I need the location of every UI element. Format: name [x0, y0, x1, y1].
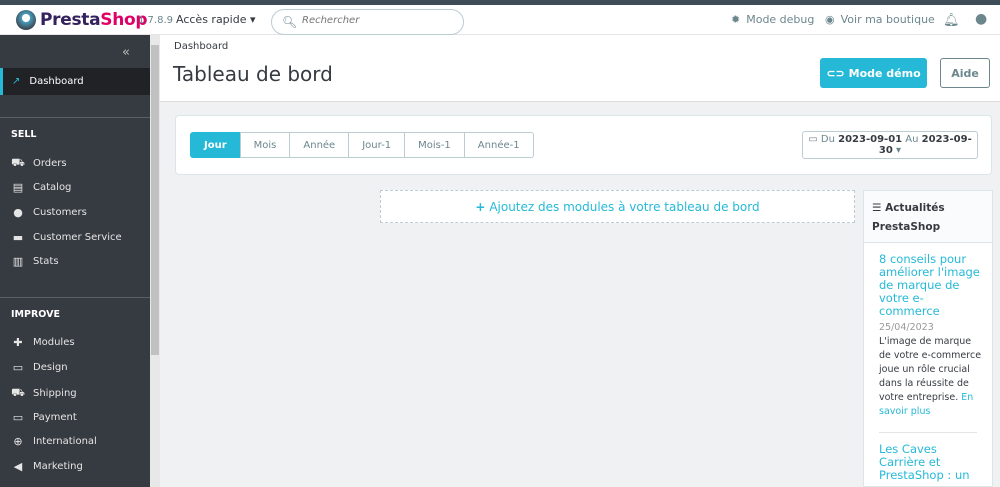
- sidebar-item-orders[interactable]: ⛟ Orders: [11, 156, 67, 171]
- sidebar-item-customer-service[interactable]: ▬ Customer Service: [11, 231, 122, 244]
- article-date: 25/04/2023: [879, 322, 934, 333]
- from-label: Du: [820, 134, 835, 145]
- quick-access-label: Accès rapide: [176, 13, 247, 26]
- credit-card-icon: ▭: [12, 411, 24, 424]
- sidebar-item-marketing[interactable]: ◀ Marketing: [11, 460, 83, 473]
- to-label: Au: [905, 134, 919, 145]
- user-account-icon[interactable]: ●: [975, 11, 987, 27]
- period-prev-day[interactable]: Jour-1: [348, 132, 406, 158]
- page-toolbar: Dashboard Tableau de bord ⊂⊃ Mode démo A…: [160, 35, 1000, 102]
- toggle-icon: ⊂⊃: [826, 66, 845, 80]
- plus-icon: +: [475, 199, 486, 214]
- view-shop-link[interactable]: ◉ Voir ma boutique: [825, 13, 935, 26]
- collapse-sidebar-icon[interactable]: «: [122, 45, 130, 60]
- version: 1.7.8.9: [138, 15, 173, 26]
- breadcrumb[interactable]: Dashboard: [174, 41, 228, 52]
- add-modules-label: Ajoutez des modules à votre tableau de b…: [489, 199, 760, 214]
- bug-icon: ✹: [731, 13, 741, 26]
- period-prev-year[interactable]: Année-1: [463, 132, 534, 158]
- demo-mode-button[interactable]: ⊂⊃ Mode démo: [820, 58, 927, 88]
- article-title-link[interactable]: Les Caves Carrière et PrestaShop : un: [879, 443, 984, 482]
- quick-access-dropdown[interactable]: Accès rapide ▾: [176, 13, 256, 26]
- header: PrestaShop 1.7.8.9 Accès rapide ▾ 🔍︎ ✹ Mo…: [0, 5, 1000, 35]
- globe-icon: ⊕: [13, 435, 23, 448]
- caret-down-icon: ▾: [249, 13, 256, 26]
- sidebar-item-label: Payment: [33, 412, 77, 423]
- date-range-picker[interactable]: ▭ Du 2023-09-01 Au 2023-09-30 ▾: [802, 131, 978, 159]
- sidebar-item-design[interactable]: ▭ Design: [11, 361, 68, 374]
- help-button[interactable]: Aide: [940, 58, 990, 88]
- news-article: Les Caves Carrière et PrestaShop : un: [864, 433, 992, 482]
- period-card: Jour Mois Année Jour-1 Mois-1 Année-1 ▭ …: [175, 115, 992, 175]
- period-year[interactable]: Année: [289, 132, 350, 158]
- truck-icon: ⛟: [11, 386, 25, 399]
- rss-icon: ☰: [872, 202, 882, 214]
- period-day[interactable]: Jour: [190, 132, 241, 158]
- search-icon: 🔍︎: [282, 15, 298, 29]
- sidebar-item-label: Stats: [33, 256, 59, 267]
- caret-down-icon: ▾: [896, 145, 902, 156]
- add-modules-button[interactable]: + Ajoutez des modules à votre tableau de…: [380, 190, 855, 223]
- page-title: Tableau de bord: [173, 62, 333, 86]
- sidebar-item-label: Shipping: [33, 388, 77, 399]
- news-article: 8 conseils pour améliorer l'image de mar…: [864, 243, 992, 433]
- bell-icon[interactable]: 🔔︎: [943, 13, 960, 28]
- desktop-icon: ▭: [12, 361, 24, 374]
- sidebar-item-label: Dashboard: [29, 76, 84, 87]
- demo-label: Mode démo: [848, 66, 921, 80]
- sidebar-item-shipping[interactable]: ⛟ Shipping: [11, 386, 77, 401]
- sidebar-item-catalog[interactable]: ▤ Catalog: [11, 181, 72, 194]
- debug-mode-link[interactable]: ✹ Mode debug: [731, 13, 814, 26]
- chat-icon: ▬: [12, 231, 24, 244]
- account-circle-icon: ●: [13, 206, 23, 219]
- sidebar: « ↗ Dashboard SELL ⛟ Orders ▤ Catalog ● Cust…: [0, 35, 150, 487]
- sidebar-item-label: Modules: [33, 337, 75, 348]
- sidebar-item-label: International: [33, 436, 97, 447]
- sidebar-item-international[interactable]: ⊕ International: [11, 435, 97, 448]
- sidebar-item-payment[interactable]: ▭ Payment: [11, 411, 77, 424]
- period-month[interactable]: Mois: [239, 132, 291, 158]
- debug-label: Mode debug: [746, 13, 815, 26]
- sidebar-item-label: Marketing: [33, 461, 83, 472]
- sidebar-item-modules[interactable]: ✚ Modules: [11, 336, 75, 349]
- calendar-icon: ▭: [808, 134, 818, 145]
- search-box[interactable]: 🔍︎: [271, 9, 464, 35]
- article-title-link[interactable]: 8 conseils pour améliorer l'image de mar…: [879, 253, 984, 318]
- news-title: Actualités PrestaShop: [872, 202, 945, 233]
- section-sell: SELL: [11, 129, 37, 140]
- period-prev-month[interactable]: Mois-1: [404, 132, 465, 158]
- section-improve: IMPROVE: [11, 309, 60, 320]
- puzzle-icon: ✚: [13, 336, 23, 349]
- eye-icon: ◉: [825, 13, 835, 26]
- period-selector: Jour Mois Année Jour-1 Mois-1 Année-1: [190, 132, 534, 158]
- sidebar-scrollbar[interactable]: [150, 35, 160, 487]
- news-panel: ☰ Actualités PrestaShop 8 conseils pour …: [863, 190, 993, 487]
- bar-chart-icon: ▥: [12, 255, 24, 268]
- divider: [0, 297, 150, 298]
- scrollbar-thumb[interactable]: [151, 45, 159, 355]
- megaphone-icon: ◀: [13, 460, 23, 473]
- sidebar-item-label: Design: [33, 362, 68, 373]
- view-shop-label: Voir ma boutique: [840, 13, 935, 26]
- sidebar-item-dashboard[interactable]: ↗ Dashboard: [0, 68, 150, 95]
- sidebar-item-stats[interactable]: ▥ Stats: [11, 255, 59, 268]
- sidebar-item-customers[interactable]: ● Customers: [11, 206, 87, 219]
- sidebar-item-label: Customers: [33, 207, 87, 218]
- trending-icon: ↗: [12, 76, 21, 87]
- store-icon: ▤: [12, 181, 24, 194]
- sidebar-item-label: Catalog: [33, 182, 72, 193]
- date-from: 2023-09-01: [838, 134, 903, 145]
- sidebar-item-label: Customer Service: [33, 232, 122, 243]
- prestashop-logo-icon: [16, 10, 36, 30]
- search-input[interactable]: [302, 15, 452, 26]
- sidebar-item-label: Orders: [33, 158, 67, 169]
- brand-left: Presta: [40, 10, 101, 30]
- basket-icon: ⛟: [11, 156, 25, 169]
- logo[interactable]: PrestaShop: [16, 10, 148, 30]
- divider: [0, 117, 150, 118]
